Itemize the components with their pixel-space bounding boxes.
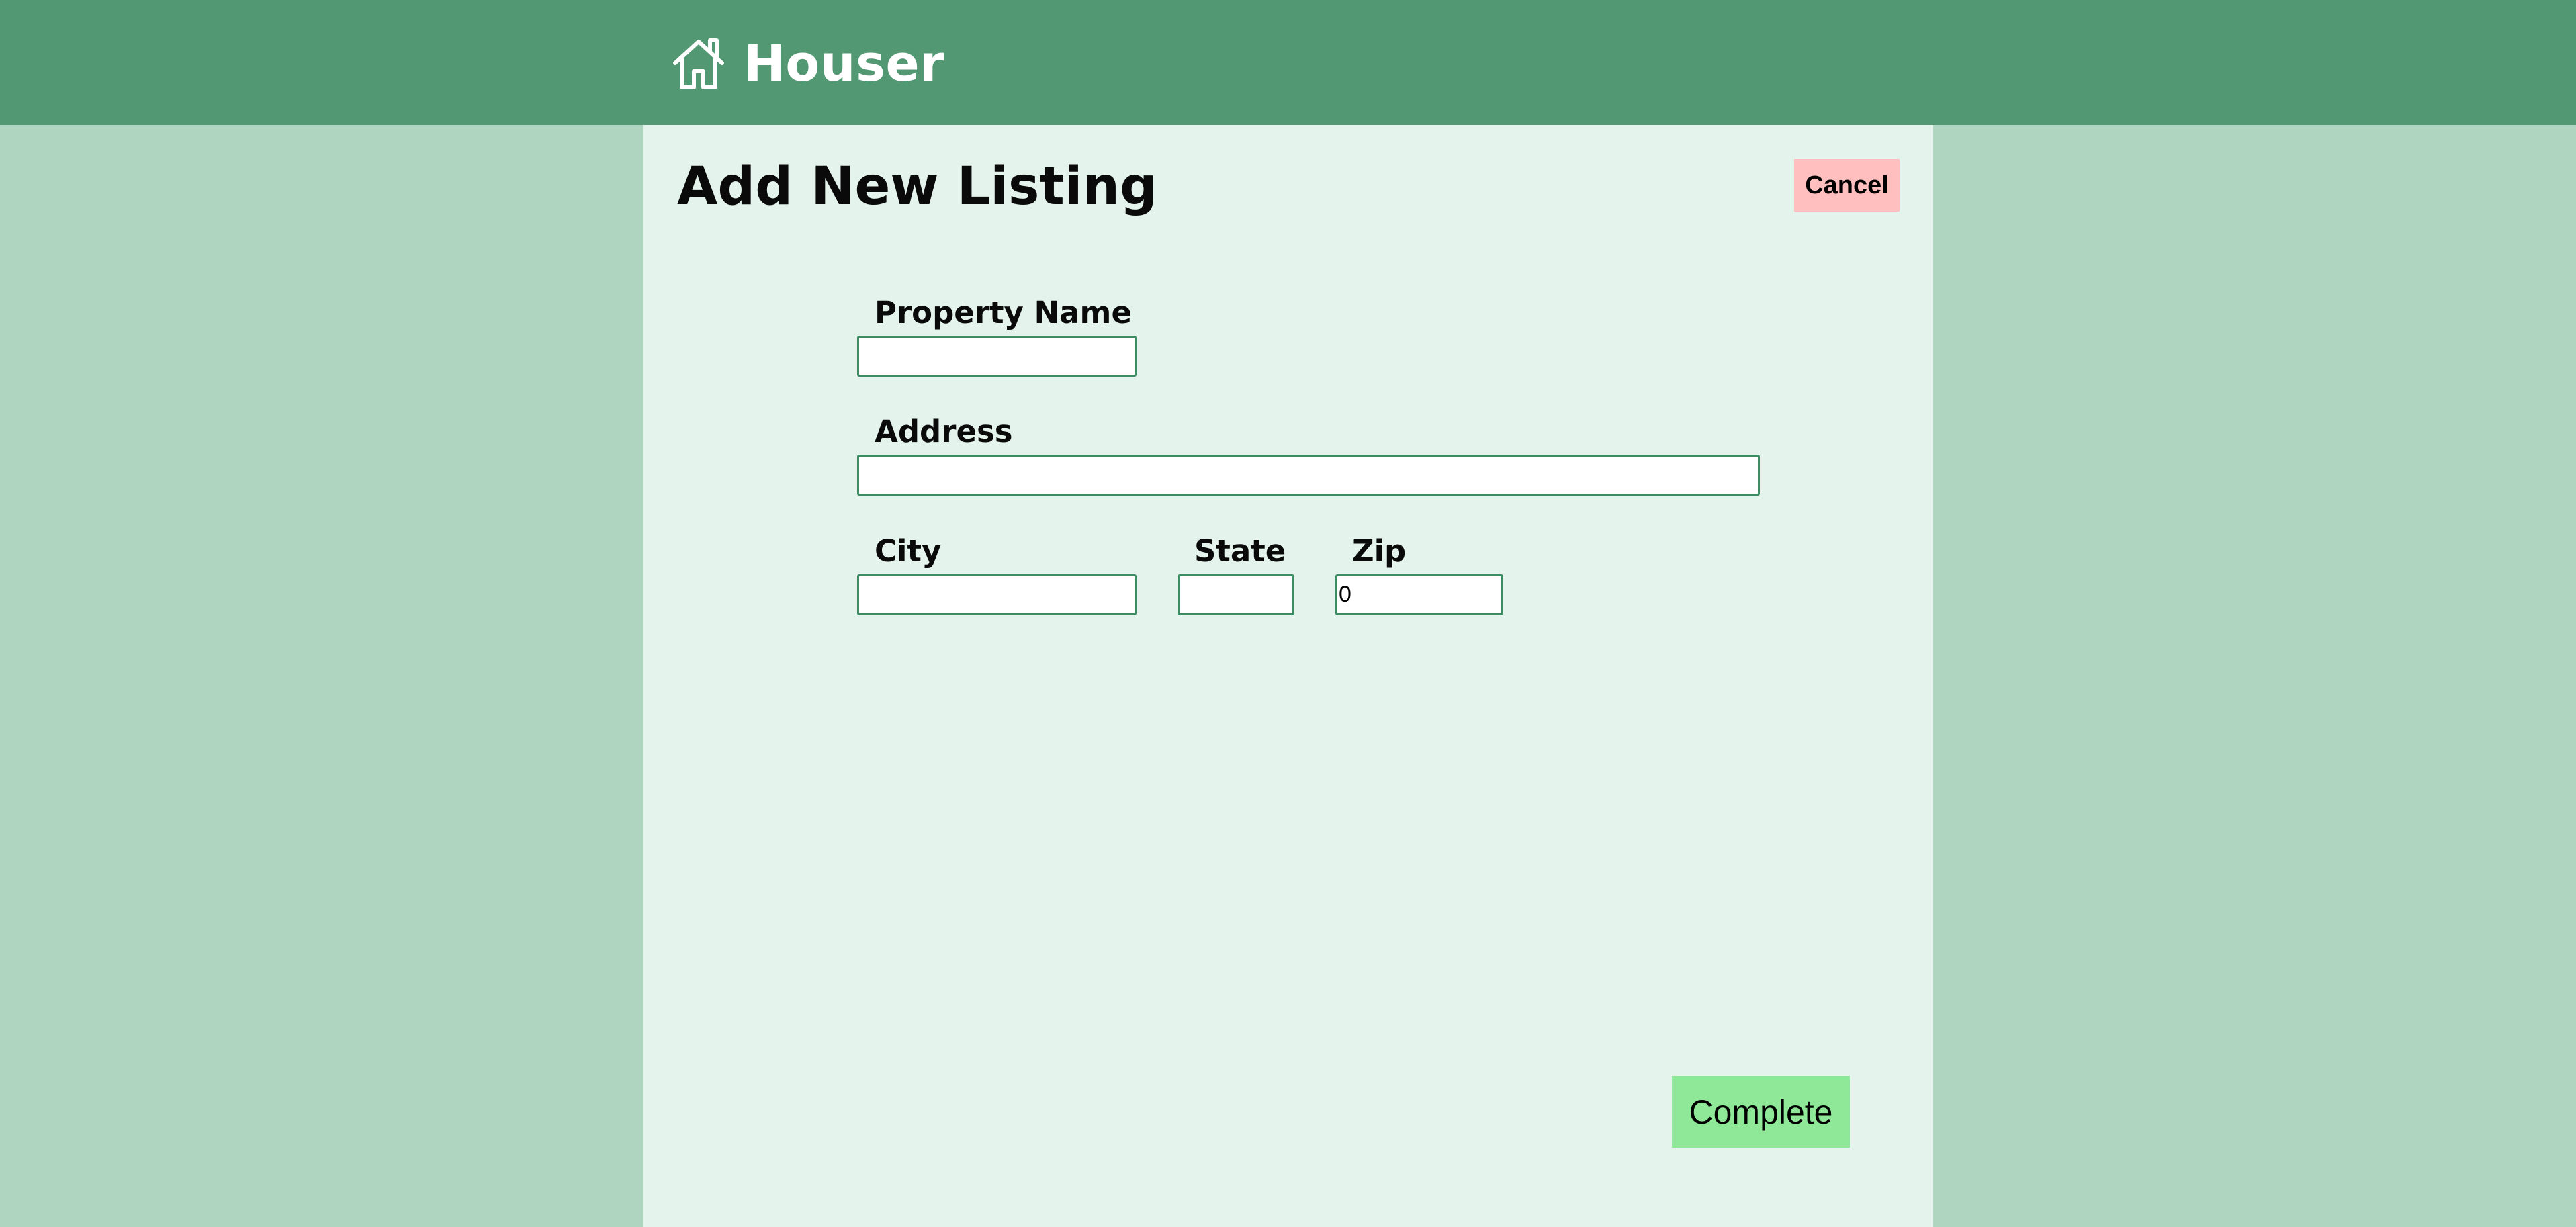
cancel-button[interactable]: Cancel — [1794, 159, 1900, 212]
complete-button[interactable]: Complete — [1672, 1076, 1850, 1148]
zip-input[interactable] — [1335, 574, 1503, 615]
city-label: City — [875, 533, 942, 569]
address-input[interactable] — [857, 455, 1760, 496]
state-input[interactable] — [1178, 574, 1294, 615]
main-panel: Add New Listing Cancel Property Name Add… — [643, 125, 1933, 1227]
state-label: State — [1194, 533, 1286, 569]
property-name-input[interactable] — [857, 336, 1137, 377]
city-input[interactable] — [857, 574, 1137, 615]
brand[interactable]: Houser — [668, 34, 944, 94]
brand-name: Houser — [744, 35, 945, 93]
home-icon — [673, 38, 724, 89]
app-header: Houser — [0, 0, 2576, 125]
property-name-label: Property Name — [875, 295, 1132, 330]
zip-label: Zip — [1352, 533, 1407, 569]
page-title: Add New Listing — [677, 156, 1157, 217]
address-label: Address — [875, 414, 1013, 449]
